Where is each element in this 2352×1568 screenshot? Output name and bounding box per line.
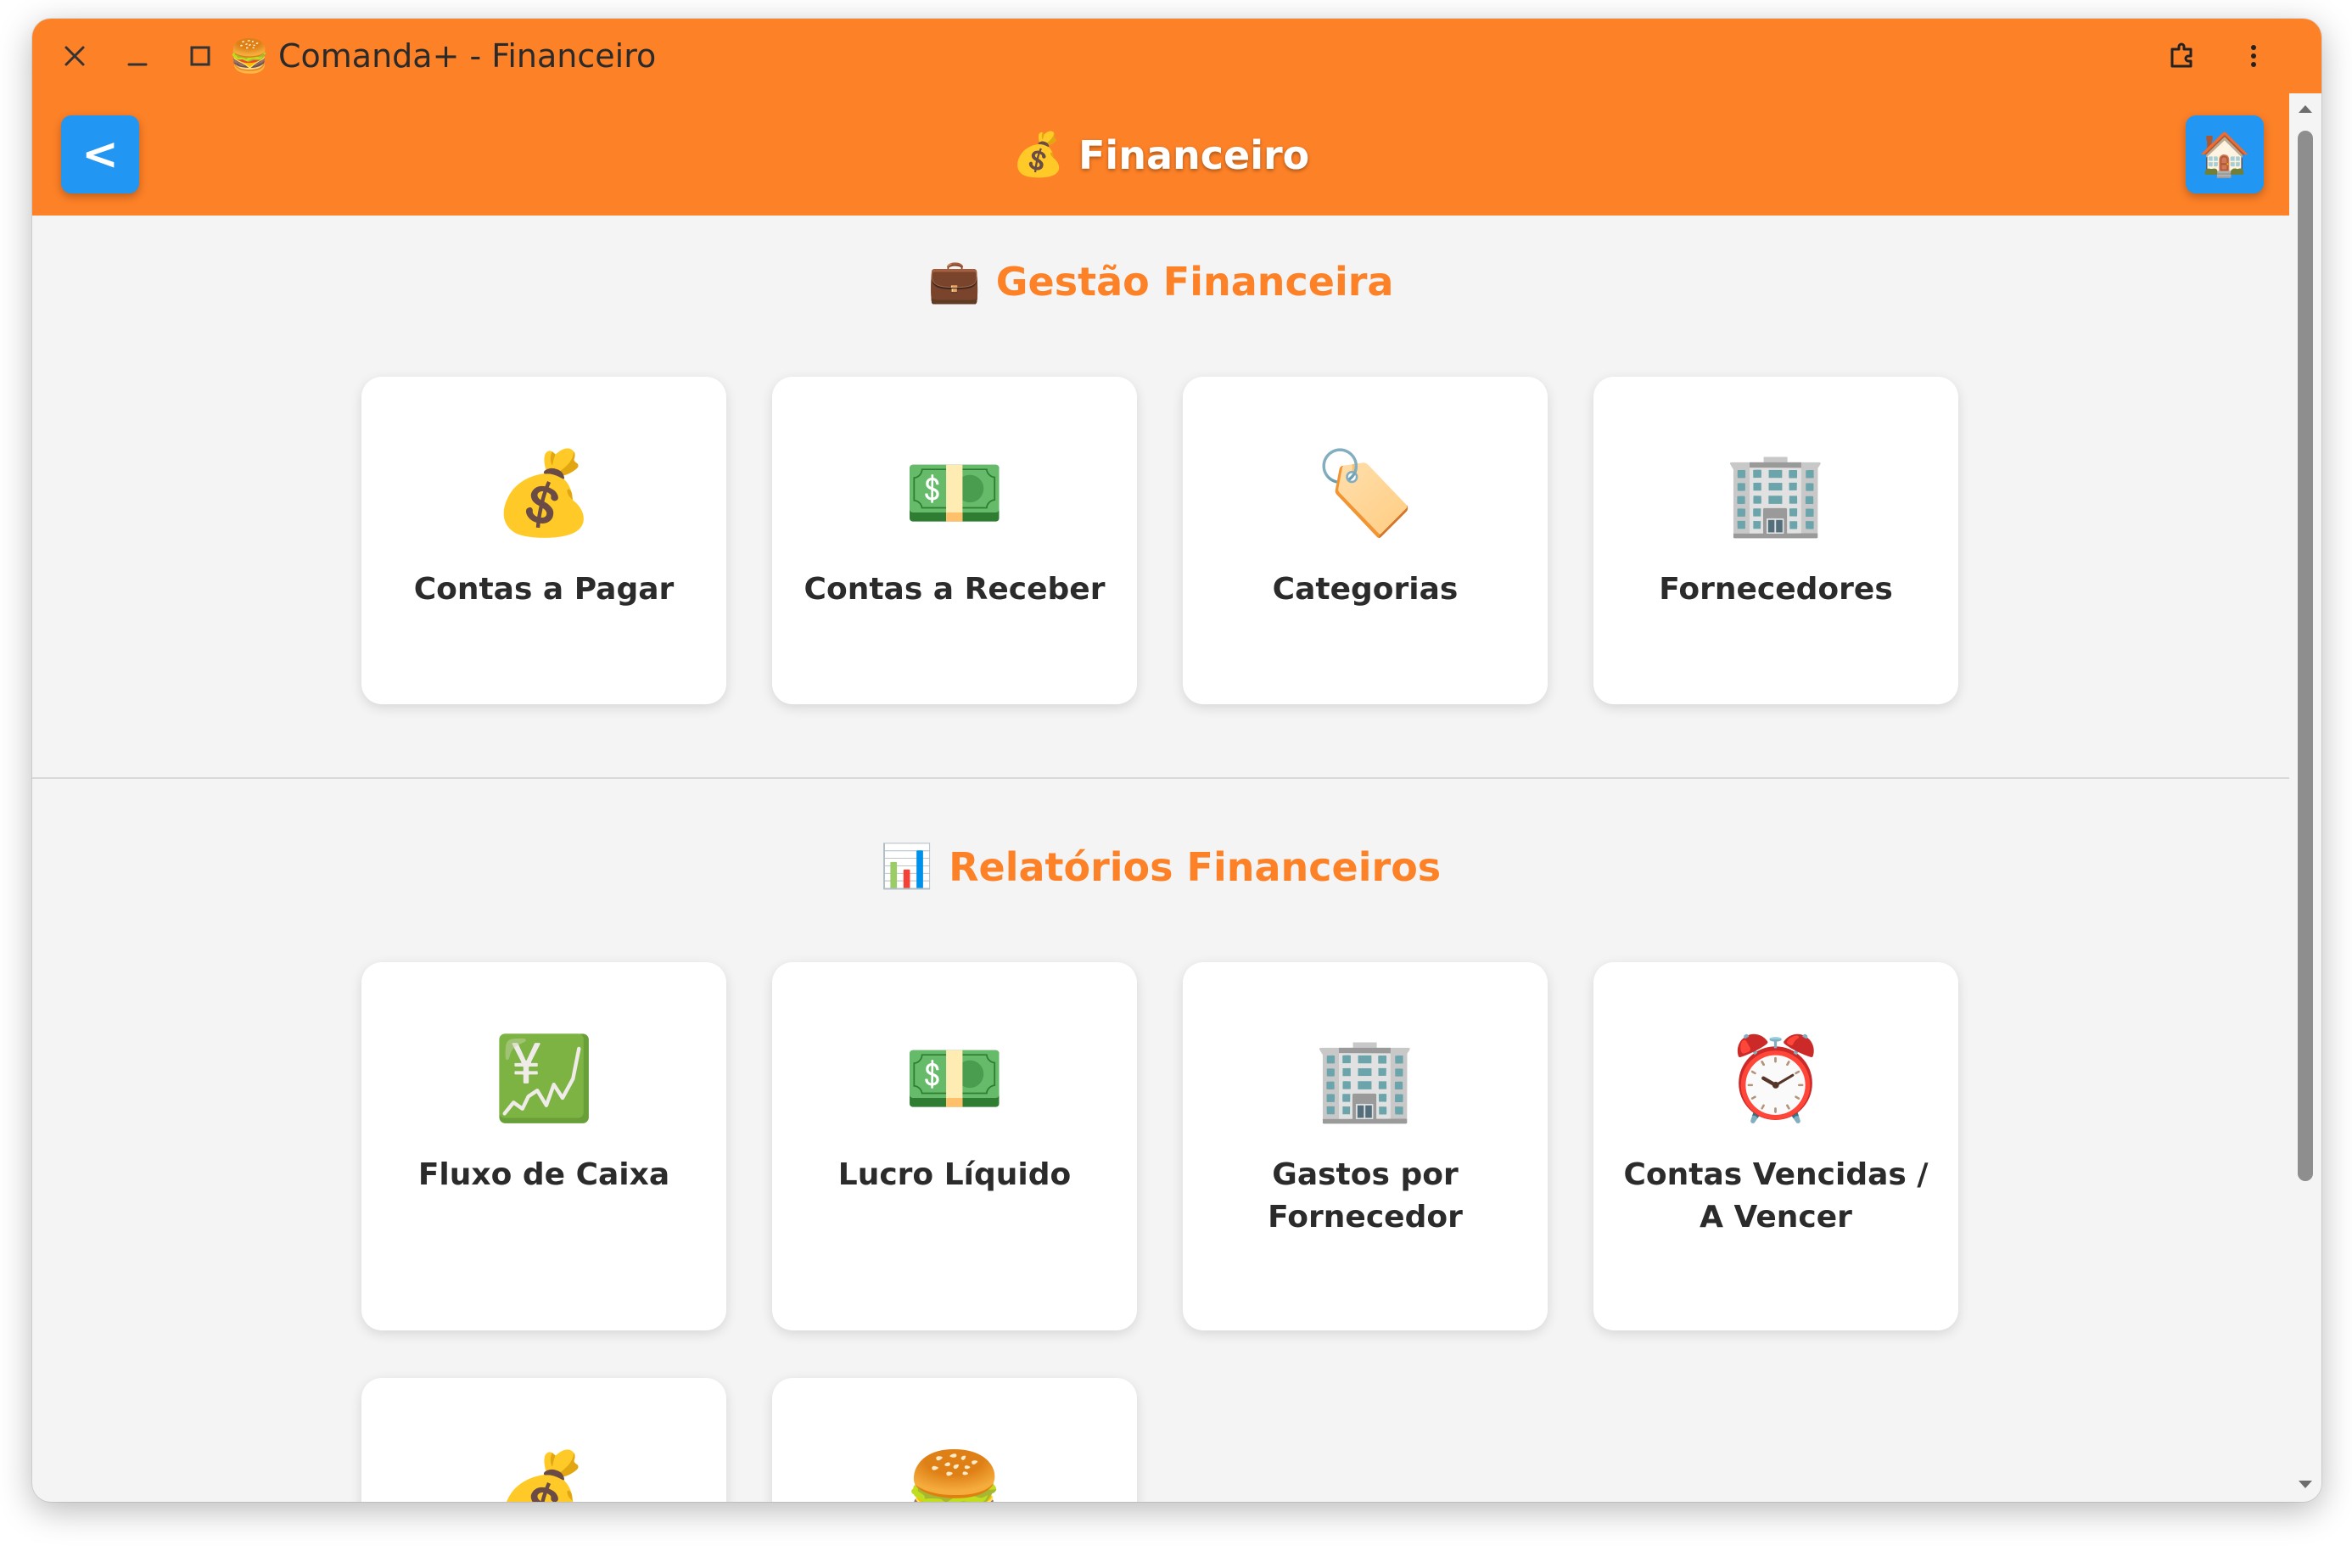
card-label: Contas a Pagar — [413, 572, 675, 607]
section-title-text: Gestão Financeira — [995, 259, 1394, 305]
card-label: Fornecedores — [1659, 572, 1893, 607]
card-categorias[interactable]: 🏷️ Categorias — [1183, 377, 1548, 704]
office-building-icon: 🏢 — [1314, 1031, 1416, 1126]
close-icon[interactable] — [51, 32, 98, 80]
tag-icon: 🏷️ — [1314, 445, 1416, 540]
scroll-up-icon[interactable] — [2289, 93, 2321, 124]
minimize-icon[interactable] — [114, 32, 161, 80]
bar-chart-icon: 📊 — [880, 842, 934, 891]
title-bar: 🍔 Comanda+ - Financeiro — [32, 19, 2321, 93]
window-title: Comanda+ - Financeiro — [278, 37, 657, 75]
card-contas-vencidas[interactable]: ⏰ Contas Vencidas / A Vencer — [1593, 962, 1958, 1330]
dollar-banknote-icon: 💵 — [904, 445, 1005, 540]
card-label: Gastos por Fornecedor — [1268, 1157, 1463, 1235]
card-fluxo-de-caixa[interactable]: 💹 Fluxo de Caixa — [361, 962, 726, 1330]
card-label: Contas a Receber — [804, 572, 1106, 607]
card-contas-a-receber[interactable]: 💵 Contas a Receber — [772, 377, 1137, 704]
card-partial-money[interactable]: 💰 — [361, 1378, 726, 1502]
briefcase-icon: 💼 — [927, 256, 981, 305]
card-label: Categorias — [1272, 572, 1459, 607]
home-button[interactable]: 🏠 — [2186, 115, 2264, 193]
money-bag-icon: 💰 — [493, 445, 595, 540]
page-title: 💰 Financeiro — [32, 117, 2289, 193]
section-title-relatorios: 📊 Relatórios Financeiros — [32, 837, 2289, 897]
scrollbar-thumb[interactable] — [2298, 131, 2313, 1181]
hamburger-icon: 🍔 — [904, 1447, 1005, 1502]
home-icon: 🏠 — [2198, 129, 2252, 179]
chart-increasing-yen-icon: 💹 — [493, 1031, 595, 1126]
scroll-down-icon[interactable] — [2289, 1470, 2321, 1500]
dollar-banknote-icon: 💵 — [904, 1031, 1005, 1126]
card-label: Lucro Líquido — [837, 1157, 1072, 1192]
card-contas-a-pagar[interactable]: 💰 Contas a Pagar — [361, 377, 726, 704]
app-window: 🍔 Comanda+ - Financeiro < 💰 Financeiro 🏠 … — [32, 19, 2321, 1502]
vertical-scrollbar[interactable] — [2289, 93, 2321, 1502]
card-gastos-por-fornecedor[interactable]: 🏢 Gastos por Fornecedor — [1183, 962, 1548, 1330]
alarm-clock-icon: ⏰ — [1725, 1031, 1827, 1126]
section-divider — [32, 777, 2289, 779]
card-label: Fluxo de Caixa — [417, 1157, 670, 1192]
maximize-icon[interactable] — [176, 32, 224, 80]
card-fornecedores[interactable]: 🏢 Fornecedores — [1593, 377, 1958, 704]
card-lucro-liquido[interactable]: 💵 Lucro Líquido — [772, 962, 1137, 1330]
app-header: < 💰 Financeiro 🏠 — [32, 93, 2289, 216]
card-partial-burger[interactable]: 🍔 — [772, 1378, 1137, 1502]
money-bag-icon: 💰 — [1011, 130, 1065, 179]
office-building-icon: 🏢 — [1725, 445, 1827, 540]
page-title-text: Financeiro — [1078, 132, 1310, 178]
section-title-gestao: 💼 Gestão Financeira — [32, 251, 2289, 311]
section-title-text: Relatórios Financeiros — [949, 844, 1442, 890]
money-bag-icon: 💰 — [493, 1447, 595, 1502]
main-content: 💼 Gestão Financeira 💰 Contas a Pagar 💵 Co… — [32, 216, 2289, 1502]
app-icon: 🍔 — [229, 37, 270, 75]
puzzle-icon[interactable] — [2159, 32, 2206, 80]
card-label: Contas Vencidas / A Vencer — [1623, 1157, 1929, 1235]
kebab-menu-icon[interactable] — [2230, 32, 2277, 80]
